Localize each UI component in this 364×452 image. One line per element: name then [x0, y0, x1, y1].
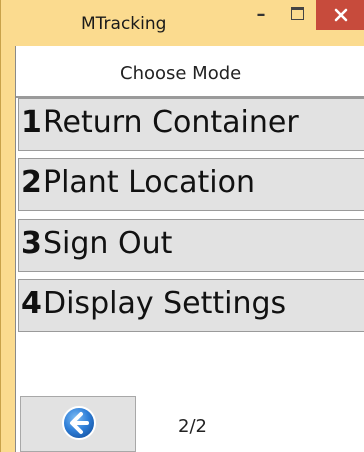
mode-label: Plant Location: [43, 165, 256, 200]
mode-button-return-container[interactable]: 1 Return Container: [18, 98, 364, 151]
mode-button-display-settings[interactable]: 4 Display Settings: [18, 279, 364, 332]
title-bar[interactable]: MTracking –: [1, 0, 364, 46]
maximize-button[interactable]: [283, 2, 311, 28]
mode-button-sign-out[interactable]: 3 Sign Out: [18, 219, 364, 272]
app-window: MTracking – Choose Mode 1 Return Contain…: [0, 0, 364, 452]
mode-header: Choose Mode: [16, 46, 364, 98]
minimize-button[interactable]: –: [247, 2, 275, 28]
mode-number: 2: [21, 165, 42, 200]
page-title: Choose Mode: [120, 63, 242, 84]
client-area: Choose Mode 1 Return Container 2 Plant L…: [15, 46, 364, 452]
mode-number: 1: [21, 105, 42, 140]
close-button[interactable]: [316, 0, 364, 30]
window-title: MTracking: [81, 14, 167, 34]
page-indicator: 2/2: [178, 416, 207, 437]
maximize-icon: [291, 7, 304, 20]
mode-label: Return Container: [43, 105, 299, 140]
back-arrow-icon: [62, 406, 96, 440]
back-button[interactable]: [20, 396, 136, 452]
mode-label: Sign Out: [43, 226, 173, 261]
minimize-icon: –: [256, 4, 266, 25]
mode-number: 4: [21, 286, 42, 321]
close-icon: [334, 8, 348, 22]
mode-label: Display Settings: [43, 286, 287, 321]
mode-button-plant-location[interactable]: 2 Plant Location: [18, 158, 364, 211]
mode-number: 3: [21, 226, 42, 261]
